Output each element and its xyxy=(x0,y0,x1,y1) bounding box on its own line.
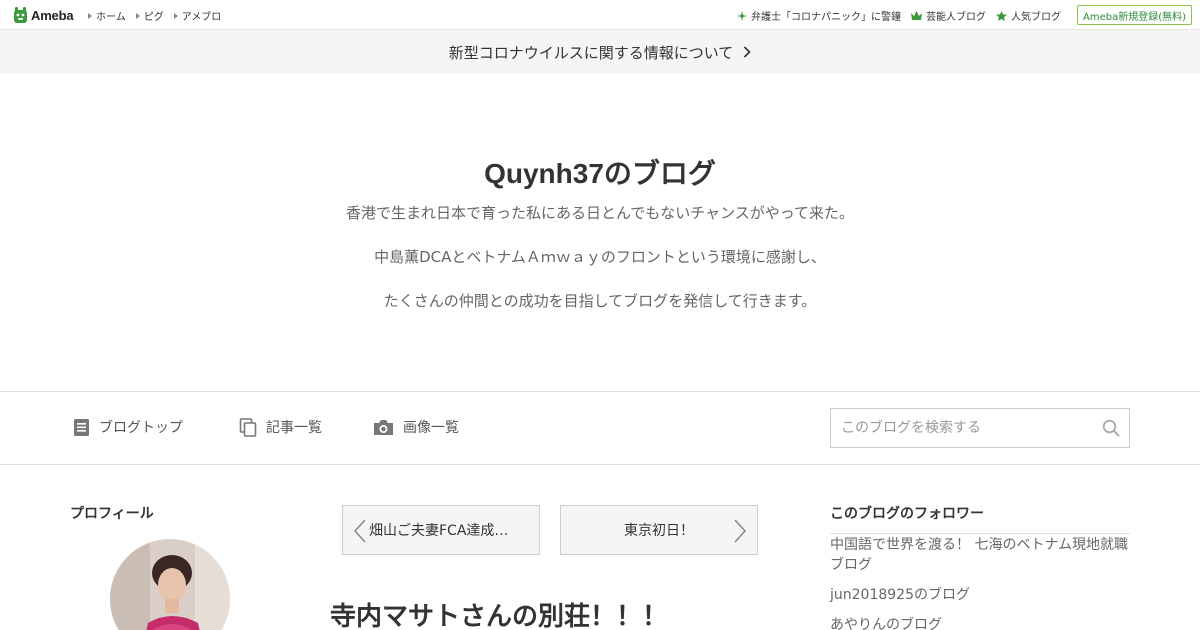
register-button[interactable]: Ameba新規登録(無料) xyxy=(1077,5,1192,25)
image-list-link[interactable]: 画像一覧 xyxy=(373,417,459,437)
blog-search xyxy=(830,408,1130,448)
image-list-label: 画像一覧 xyxy=(403,420,459,436)
document-icon xyxy=(74,418,89,436)
blog-search-input[interactable] xyxy=(831,409,1091,447)
triangle-right-icon xyxy=(135,12,140,19)
star-icon xyxy=(996,10,1007,21)
link-popular-blogs-label: 人気ブログ xyxy=(1011,12,1061,23)
covid-notice-text: 新型コロナウイルスに関する情報について xyxy=(448,43,734,62)
header-right-links: 弁護士「コロナパニック」に警鐘 芸能人ブログ 人気ブログ xyxy=(737,8,1061,23)
chevron-right-icon xyxy=(744,46,751,58)
global-header: Ameba ホーム ピグ アメブロ 弁護士「コロナパニック」に警鐘 芸能人ブログ… xyxy=(0,0,1200,30)
copy-pages-icon xyxy=(239,417,257,437)
global-nav: ホーム ピグ アメブロ xyxy=(88,8,221,23)
follower-link[interactable]: 中国語で世界を渡る！ 七海のベトナム現地就職ブログ xyxy=(830,535,1130,575)
entry-list-link[interactable]: 記事一覧 xyxy=(239,417,322,437)
profile-heading: プロフィール xyxy=(70,506,154,522)
blog-title[interactable]: Quynh37のブログ xyxy=(0,152,1200,192)
triangle-right-icon xyxy=(88,12,92,19)
covid-notice-banner[interactable]: 新型コロナウイルスに関する情報について xyxy=(0,30,1200,74)
crown-icon xyxy=(911,11,922,20)
link-trending-news-label: 弁護士「コロナパニック」に警鐘 xyxy=(751,12,901,23)
followers-list: 中国語で世界を渡る！ 七海のベトナム現地就職ブログ jun2018925のブログ… xyxy=(830,535,1130,630)
profile-photo xyxy=(110,539,230,630)
search-icon[interactable] xyxy=(1102,419,1120,437)
next-entry-button[interactable]: 東京初日！ xyxy=(560,505,758,555)
blog-description-line: 香港で生まれ日本で育った私にある日とんでもないチャンスがやって来た。 xyxy=(345,204,855,222)
blog-top-link[interactable]: ブログトップ xyxy=(73,417,183,437)
chevron-left-icon xyxy=(353,519,366,543)
blog-top-label: ブログトップ xyxy=(99,420,183,436)
follower-link[interactable]: jun2018925のブログ xyxy=(830,585,1130,605)
follower-link[interactable]: あやりんのブログ xyxy=(830,615,1130,630)
blog-description-line: 中島薫DCAとベトナムＡｍｗａｙのフロントという環境に感謝し、 xyxy=(374,248,826,266)
entry-title[interactable]: 寺内マサトさんの別荘！！！ xyxy=(330,596,668,630)
camera-icon xyxy=(374,419,393,435)
avatar[interactable] xyxy=(110,539,230,630)
logo-text: Ameba xyxy=(31,7,74,23)
next-entry-label: 東京初日！ xyxy=(624,523,694,539)
ameba-mascot-icon xyxy=(14,6,27,23)
sparkle-icon xyxy=(737,10,747,21)
link-trending-news[interactable]: 弁護士「コロナパニック」に警鐘 xyxy=(737,8,901,23)
nav-home[interactable]: ホーム xyxy=(88,8,126,23)
link-popular-blogs[interactable]: 人気ブログ xyxy=(996,8,1061,23)
chevron-right-icon xyxy=(734,519,747,543)
nav-ameblo[interactable]: アメブロ xyxy=(173,8,222,23)
nav-home-label: ホーム xyxy=(96,12,126,23)
link-celebrity-blogs[interactable]: 芸能人ブログ xyxy=(911,8,986,23)
nav-ameblo-label: アメブロ xyxy=(181,12,222,23)
blog-description-line: たくさんの仲間との成功を目指してブログを発信して行きます。 xyxy=(383,292,817,310)
blog-nav-bar: ブログトップ 記事一覧 画像一覧 xyxy=(0,391,1200,465)
ameba-logo[interactable]: Ameba xyxy=(13,6,74,24)
previous-entry-label: 畑山ご夫妻FCA達成… xyxy=(369,523,509,539)
previous-entry-button[interactable]: 畑山ご夫妻FCA達成… xyxy=(342,505,540,555)
followers-heading: このブログのフォロワー xyxy=(830,503,1130,534)
link-celebrity-blogs-label: 芸能人ブログ xyxy=(926,12,986,23)
entry-list-label: 記事一覧 xyxy=(266,420,322,436)
nav-pigg-label: ピグ xyxy=(143,12,164,23)
nav-pigg[interactable]: ピグ xyxy=(135,8,164,23)
triangle-right-icon xyxy=(173,12,178,19)
